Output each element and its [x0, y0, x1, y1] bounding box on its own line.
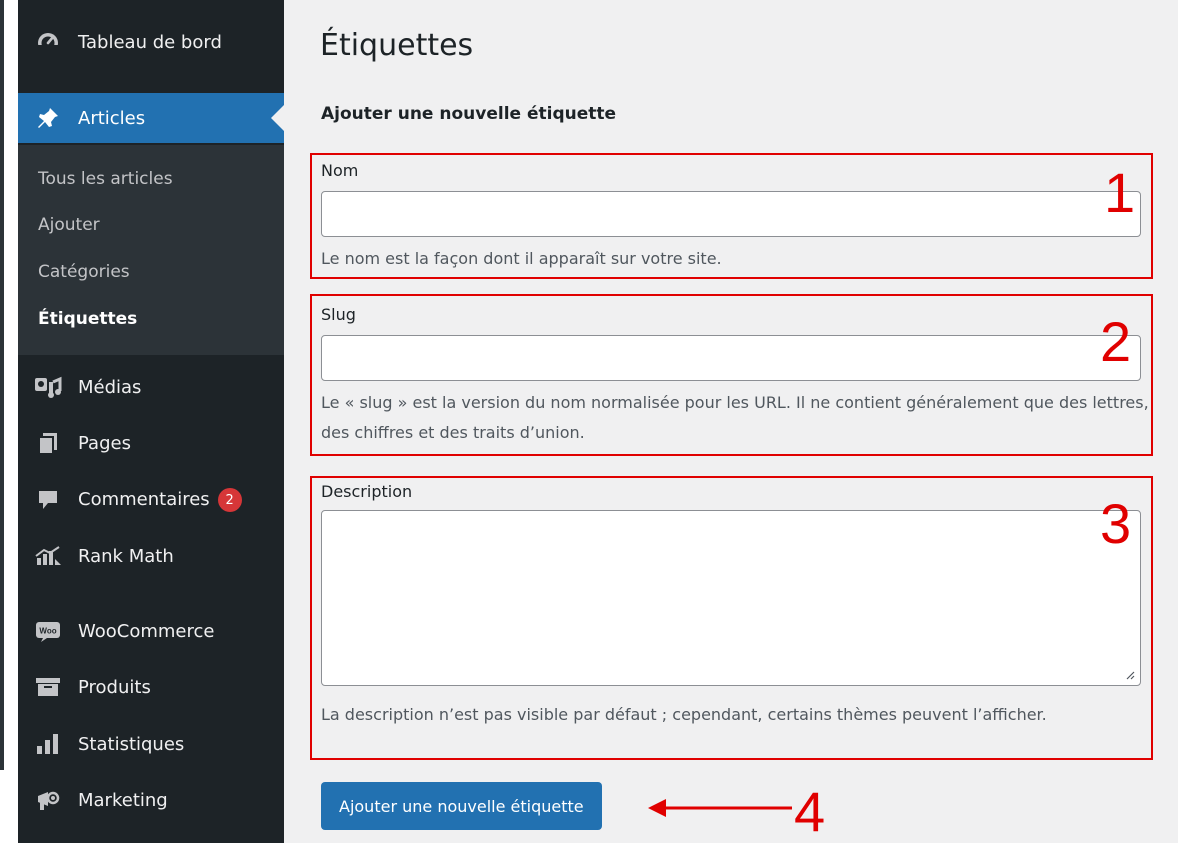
- media-icon: [34, 374, 62, 400]
- sidebar-item-statistiques[interactable]: Statistiques: [18, 724, 284, 764]
- statistics-icon: [34, 731, 62, 757]
- left-edge-rule: [0, 0, 4, 770]
- sidebar-item-label: Articles: [78, 107, 146, 129]
- sidebar-item-articles[interactable]: Articles: [18, 93, 284, 143]
- slug-label: Slug: [321, 305, 356, 324]
- resize-grip-icon[interactable]: [1125, 670, 1135, 680]
- products-icon: [34, 674, 62, 700]
- sidebar-item-commentaires[interactable]: Commentaires 2: [18, 480, 284, 520]
- active-indicator: [271, 105, 284, 131]
- admin-sidebar: Tableau de bord Articles Tous les articl…: [18, 0, 284, 843]
- sidebar-item-pages[interactable]: Pages: [18, 423, 284, 463]
- name-label: Nom: [321, 161, 359, 180]
- sidebar-item-label: Médias: [78, 376, 142, 398]
- comments-count-badge: 2: [217, 488, 242, 512]
- add-tag-heading: Ajouter une nouvelle étiquette: [321, 104, 617, 124]
- sidebar-item-dashboard[interactable]: Tableau de bord: [18, 22, 284, 62]
- sidebar-item-medias[interactable]: Médias: [18, 367, 284, 407]
- description-label: Description: [321, 482, 413, 501]
- sidebar-item-rank-math[interactable]: Rank Math: [18, 536, 284, 576]
- submenu-item-all-articles[interactable]: Tous les articles: [38, 169, 173, 189]
- add-tag-button[interactable]: Ajouter une nouvelle étiquette: [321, 782, 602, 830]
- sidebar-item-label: Marketing: [78, 789, 168, 811]
- slug-input[interactable]: [321, 335, 1141, 381]
- annotation-number-1: 1: [1104, 161, 1136, 224]
- annotation-arrow-icon: [648, 799, 792, 817]
- sidebar-item-label: Pages: [78, 432, 131, 454]
- rank-math-icon: [34, 543, 62, 569]
- submenu-item-categories[interactable]: Catégories: [38, 262, 130, 282]
- sidebar-item-label: Commentaires 2: [78, 488, 242, 512]
- sidebar-item-label: Statistiques: [78, 733, 185, 755]
- pin-icon: [34, 105, 62, 131]
- name-input[interactable]: [321, 191, 1141, 237]
- articles-submenu: Tous les articles Ajouter Catégories Éti…: [18, 145, 284, 355]
- comments-icon: [34, 487, 62, 513]
- sidebar-item-label: Rank Math: [78, 545, 174, 567]
- sidebar-item-label: WooCommerce: [78, 620, 215, 642]
- annotation-number-4: 4: [794, 780, 826, 843]
- sidebar-item-label: Produits: [78, 676, 151, 698]
- slug-help-text: Le « slug » est la version du nom normal…: [321, 393, 1149, 442]
- submenu-item-tags[interactable]: Étiquettes: [38, 309, 137, 329]
- description-textarea[interactable]: [321, 510, 1141, 686]
- description-help-text: La description n’est pas visible par déf…: [321, 705, 1047, 724]
- submenu-item-add[interactable]: Ajouter: [38, 215, 100, 235]
- page-title: Étiquettes: [320, 28, 474, 63]
- woocommerce-icon: Woo: [34, 618, 62, 644]
- annotation-number-2: 2: [1100, 310, 1132, 373]
- svg-text:Woo: Woo: [39, 627, 56, 636]
- dashboard-icon: [34, 29, 62, 55]
- sidebar-item-woocommerce[interactable]: Woo WooCommerce: [18, 611, 284, 651]
- marketing-icon: [34, 787, 62, 813]
- name-help-text: Le nom est la façon dont il apparaît sur…: [321, 249, 722, 268]
- pages-icon: [34, 430, 62, 456]
- main-content: Étiquettes Ajouter une nouvelle étiquett…: [284, 0, 1178, 843]
- sidebar-item-marketing[interactable]: Marketing: [18, 780, 284, 820]
- sidebar-item-label: Tableau de bord: [78, 31, 222, 53]
- sidebar-item-produits[interactable]: Produits: [18, 667, 284, 707]
- annotation-number-3: 3: [1100, 492, 1132, 555]
